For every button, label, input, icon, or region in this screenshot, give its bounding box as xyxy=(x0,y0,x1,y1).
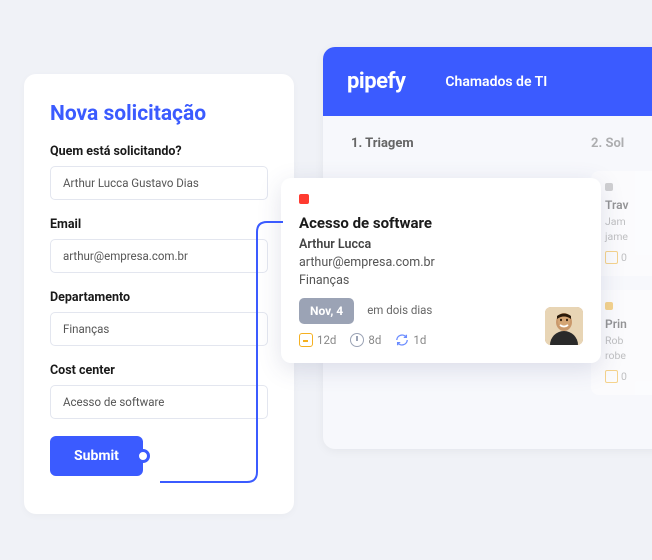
department-input[interactable] xyxy=(50,312,268,346)
status-dot-icon xyxy=(605,302,613,310)
avatar xyxy=(545,307,583,345)
meta-clock: 8d xyxy=(350,333,381,347)
submit-label: Submit xyxy=(74,448,119,464)
status-dot-icon xyxy=(299,194,309,204)
card-text: robe xyxy=(605,349,647,362)
card-department: Finanças xyxy=(299,273,583,288)
date-badge: Nov, 4 xyxy=(299,298,354,324)
form-title: Nova solicitação xyxy=(50,102,268,126)
connector-dot-icon xyxy=(136,449,150,463)
requester-input[interactable] xyxy=(50,166,268,200)
calendar-icon xyxy=(299,333,313,347)
calendar-icon xyxy=(605,370,618,383)
email-input[interactable] xyxy=(50,239,268,273)
email-label: Email xyxy=(50,217,268,232)
request-form-panel: Nova solicitação Quem está solicitando? … xyxy=(24,74,294,514)
card-text: jame xyxy=(605,230,647,243)
requester-label: Quem está solicitando? xyxy=(50,144,268,159)
calendar-icon xyxy=(605,251,618,264)
card-meta: 0 xyxy=(605,251,647,264)
card-email: arthur@empresa.com.br xyxy=(299,255,583,270)
card-meta-row: 12d 8d 1d xyxy=(299,333,583,347)
status-dot-icon xyxy=(605,183,613,191)
kanban-header: pipefy Chamados de TI xyxy=(323,47,652,116)
meta-age: 12d xyxy=(299,333,336,347)
submit-button[interactable]: Submit xyxy=(50,436,143,476)
costcenter-input[interactable] xyxy=(50,385,268,419)
clock-icon xyxy=(350,333,364,347)
refresh-icon xyxy=(395,333,409,347)
costcenter-label: Cost center xyxy=(50,363,268,378)
card-text: Rob xyxy=(605,334,647,347)
kanban-card-main[interactable]: Acesso de software Arthur Lucca arthur@e… xyxy=(281,178,601,363)
department-label: Departamento xyxy=(50,290,268,305)
date-text: em dois dias xyxy=(367,304,432,318)
card-text: Jam xyxy=(605,215,647,228)
card-title: Trav xyxy=(605,198,647,212)
card-title: Acesso de software xyxy=(299,214,583,232)
column-title-1: 1. Triagem xyxy=(351,136,561,151)
board-title: Chamados de TI xyxy=(445,74,547,90)
card-name: Arthur Lucca xyxy=(299,237,583,252)
pipefy-logo: pipefy xyxy=(347,69,405,94)
meta-refresh: 1d xyxy=(395,333,426,347)
column-title-2: 2. Sol xyxy=(591,136,652,151)
card-title: Prin xyxy=(605,317,647,331)
card-meta: 0 xyxy=(605,370,647,383)
card-date-row: Nov, 4 em dois dias xyxy=(299,298,583,324)
